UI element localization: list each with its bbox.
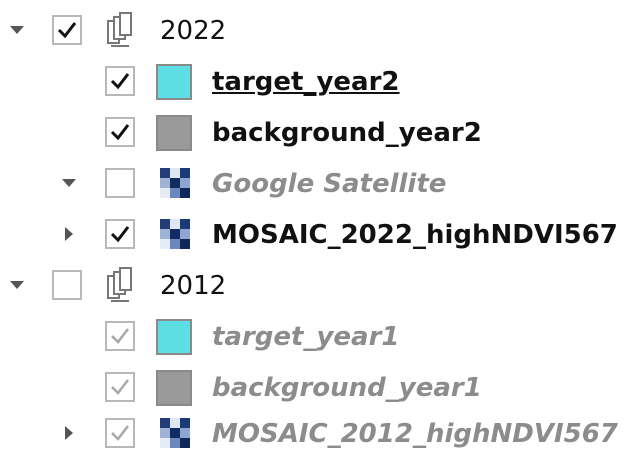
layer-row-background-year2[interactable]: background_year2: [0, 111, 626, 155]
layer-label: background_year1: [212, 373, 482, 403]
layer-group-icon: [107, 12, 132, 47]
layer-label: Google Satellite: [212, 169, 447, 199]
layer-row-background-year1[interactable]: background_year1: [0, 366, 626, 410]
layer-row-mosaic-2012[interactable]: MOSAIC_2012_highNDVI567: [0, 412, 626, 456]
layer-group-icon: [107, 267, 132, 302]
layer-visibility-checkbox[interactable]: [52, 15, 82, 45]
raster-icon: [160, 418, 190, 448]
layers-tree: 2022 target_year2 background_year2 Googl…: [0, 0, 626, 453]
layer-row-mosaic-2022[interactable]: MOSAIC_2022_highNDVI567: [0, 213, 626, 257]
symbol-swatch-cyan: [156, 319, 192, 355]
expand-arrow-icon[interactable]: [6, 19, 28, 41]
collapse-arrow-icon[interactable]: [58, 223, 80, 245]
layer-visibility-checkbox[interactable]: [105, 418, 135, 448]
layer-label: background_year2: [212, 118, 482, 148]
expand-arrow-icon[interactable]: [58, 172, 80, 194]
symbol-swatch-cyan: [156, 64, 192, 100]
layer-label: target_year2: [212, 67, 400, 97]
expand-arrow-icon[interactable]: [6, 274, 28, 296]
layer-row-group-2012[interactable]: 2012: [0, 264, 626, 308]
layer-row-target-year1[interactable]: target_year1: [0, 315, 626, 359]
layer-label: MOSAIC_2022_highNDVI567: [212, 220, 618, 250]
checkmark-icon: [110, 226, 130, 243]
layer-label: target_year1: [212, 322, 400, 352]
raster-icon: [160, 168, 190, 198]
layer-visibility-checkbox[interactable]: [105, 66, 135, 96]
layer-row-google-satellite[interactable]: Google Satellite: [0, 162, 626, 206]
symbol-swatch-grey: [156, 370, 192, 406]
layer-visibility-checkbox[interactable]: [105, 219, 135, 249]
checkmark-icon: [111, 425, 129, 441]
raster-icon: [160, 219, 190, 249]
layer-visibility-checkbox[interactable]: [52, 270, 82, 300]
layer-visibility-checkbox[interactable]: [105, 321, 135, 351]
layer-label: 2012: [160, 271, 227, 301]
layer-row-target-year2[interactable]: target_year2: [0, 60, 626, 104]
checkmark-icon: [111, 328, 129, 344]
layer-label: 2022: [160, 16, 227, 46]
layer-visibility-checkbox[interactable]: [105, 372, 135, 402]
checkmark-icon: [110, 73, 130, 90]
checkmark-icon: [57, 22, 77, 39]
checkmark-icon: [111, 379, 129, 395]
checkmark-icon: [110, 124, 130, 141]
layer-label: MOSAIC_2012_highNDVI567: [212, 419, 618, 449]
symbol-swatch-grey: [156, 115, 192, 151]
layer-row-group-2022[interactable]: 2022: [0, 9, 626, 53]
layer-visibility-checkbox[interactable]: [105, 117, 135, 147]
layer-visibility-checkbox[interactable]: [105, 168, 135, 198]
collapse-arrow-icon[interactable]: [58, 422, 80, 444]
